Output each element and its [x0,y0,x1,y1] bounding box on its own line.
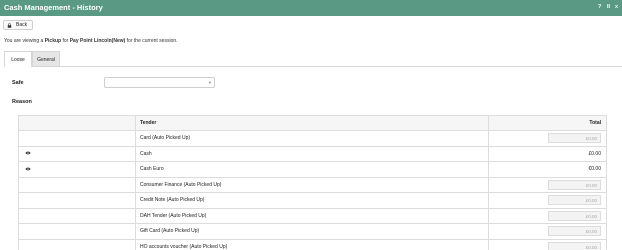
total-value[interactable]: £0.00 [588,151,601,157]
safe-label: Safe [12,80,24,86]
lock-icon [7,22,12,28]
eye-icon[interactable] [25,167,31,171]
total-readonly-field: £0.00 [548,195,601,206]
title-bar: Cash Management - History ? II x [0,0,622,16]
tab-general[interactable]: General [32,51,60,67]
tender-cell: DAH Tender (Auto Picked Up) [135,207,489,224]
total-readonly-field: £0.00 [548,226,601,237]
row-icon-cell [18,238,136,250]
row-icon-cell [18,145,136,162]
info-action: Pickup [44,38,62,44]
table-row: Cash Euro €0.00 [18,161,607,178]
close-icon[interactable]: x [615,4,618,10]
tender-cell: Gift Card (Auto Picked Up) [135,223,489,240]
total-readonly-field: £0.00 [548,179,601,190]
pause-icon[interactable]: II [607,4,610,10]
table-row: Credit Note (Auto Picked Up) £0.00 [18,192,607,209]
chevron-down-icon: ▾ [208,80,211,85]
total-readonly-field: £0.00 [548,210,601,221]
back-button[interactable]: Back [3,20,33,30]
total-cell: £0.00 [488,238,607,250]
total-cell: £0.00 [488,145,607,162]
window-title: Cash Management - History [4,3,103,12]
reason-label: Reason [12,99,32,105]
help-icon[interactable]: ? [598,4,601,10]
total-cell: £0.00 [488,130,607,147]
total-value[interactable]: €0.00 [588,166,601,172]
total-cell: £0.00 [488,207,607,224]
back-button-label: Back [16,22,28,28]
total-cell: £0.00 [488,192,607,209]
info-suffix: for the current session. [125,38,178,44]
col-header-tender: Tender [135,115,489,131]
tab-loose[interactable]: Loose [4,51,32,67]
row-icon-cell [18,130,136,147]
table-row: Card (Auto Picked Up) £0.00 [18,130,607,147]
row-icon-cell [18,176,136,193]
total-cell: £0.00 [488,223,607,240]
table-row: Cash £0.00 [18,145,607,162]
row-icon-cell [18,207,136,224]
info-location: Pay Point Lincoln(New) [69,38,126,44]
info-mid: for [61,38,70,44]
info-prefix: You are viewing a [4,38,45,44]
row-icon-cell [18,161,136,178]
tender-cell: Credit Note (Auto Picked Up) [135,192,489,209]
table-row: HO accounts voucher (Auto Picked Up) £0.0… [18,238,607,250]
row-icon-cell [18,223,136,240]
total-readonly-field: £0.00 [548,241,601,250]
total-readonly-field: £0.00 [548,133,601,144]
tender-table: Tender Total Card (Auto Picked Up) £0.00 C… [18,115,607,250]
tender-cell: Cash [135,145,489,162]
tender-cell: HO accounts voucher (Auto Picked Up) [135,238,489,250]
tab-strip: Loose General [4,51,60,67]
tender-cell: Consumer Finance (Auto Picked Up) [135,176,489,193]
tender-cell: Card (Auto Picked Up) [135,130,489,147]
table-row: Consumer Finance (Auto Picked Up) £0.00 [18,176,607,193]
session-info: You are viewing a Pickup for Pay Point L… [4,38,178,44]
row-icon-cell [18,192,136,209]
col-header-icon [18,115,136,131]
total-cell: €0.00 [488,161,607,178]
table-row: Gift Card (Auto Picked Up) £0.00 [18,223,607,240]
total-cell: £0.00 [488,176,607,193]
table-header-row: Tender Total [18,115,607,131]
tender-cell: Cash Euro [135,161,489,178]
safe-select[interactable]: ▾ [104,77,215,88]
table-row: DAH Tender (Auto Picked Up) £0.00 [18,207,607,224]
col-header-total: Total [488,115,607,131]
eye-icon[interactable] [25,151,31,155]
tab-divider [32,66,622,67]
